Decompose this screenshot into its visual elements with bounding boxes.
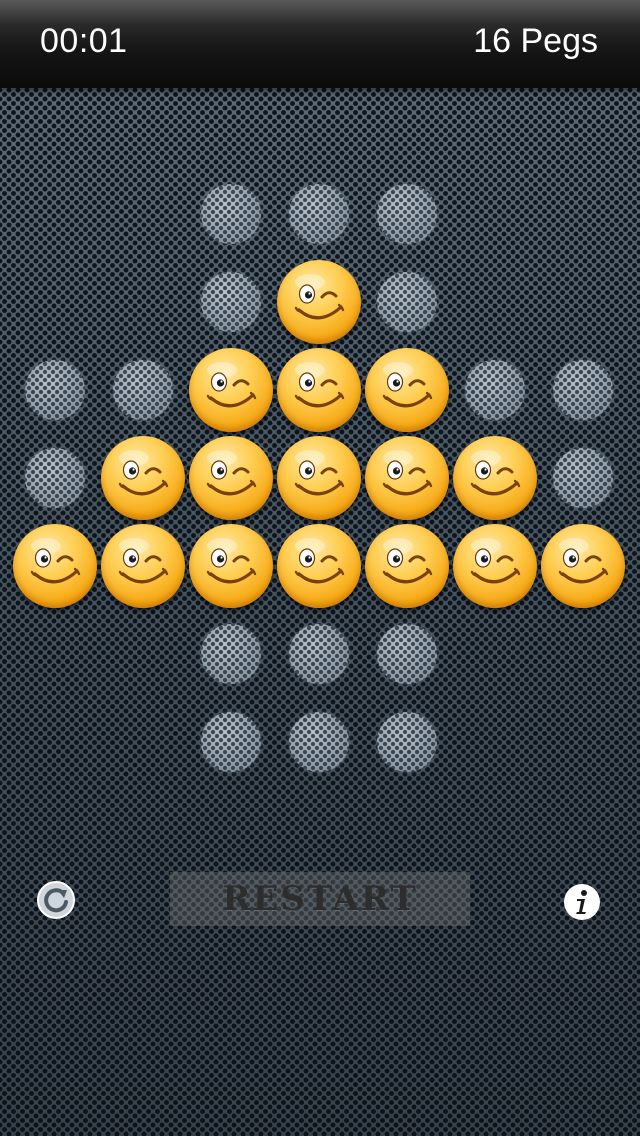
restart-button[interactable]: RESTART — [170, 872, 470, 926]
smiley-face-icon — [470, 538, 521, 584]
smiley-face-icon — [206, 450, 257, 496]
empty-hole[interactable] — [201, 272, 261, 332]
empty-hole[interactable] — [201, 624, 261, 684]
smiley-face-icon — [558, 538, 609, 584]
game-board — [0, 0, 640, 1136]
empty-hole[interactable] — [553, 360, 613, 420]
peg[interactable] — [541, 524, 625, 608]
peg[interactable] — [277, 260, 361, 344]
empty-hole[interactable] — [25, 360, 85, 420]
peg[interactable] — [453, 524, 537, 608]
smiley-face-icon — [382, 538, 433, 584]
smiley-face-icon — [470, 450, 521, 496]
smiley-face-icon — [206, 538, 257, 584]
smiley-face-icon — [206, 362, 257, 408]
empty-hole[interactable] — [201, 184, 261, 244]
info-icon[interactable] — [563, 883, 601, 921]
peg[interactable] — [189, 348, 273, 432]
peg[interactable] — [189, 524, 273, 608]
smiley-face-icon — [118, 450, 169, 496]
peg[interactable] — [101, 436, 185, 520]
smiley-face-icon — [30, 538, 81, 584]
peg[interactable] — [277, 348, 361, 432]
empty-hole[interactable] — [377, 272, 437, 332]
peg[interactable] — [101, 524, 185, 608]
peg[interactable] — [365, 348, 449, 432]
empty-hole[interactable] — [377, 624, 437, 684]
peg[interactable] — [453, 436, 537, 520]
empty-hole[interactable] — [289, 624, 349, 684]
empty-hole[interactable] — [553, 448, 613, 508]
empty-hole[interactable] — [201, 712, 261, 772]
empty-hole[interactable] — [289, 184, 349, 244]
smiley-face-icon — [294, 538, 345, 584]
smiley-face-icon — [118, 538, 169, 584]
smiley-face-icon — [382, 450, 433, 496]
smiley-face-icon — [382, 362, 433, 408]
peg[interactable] — [13, 524, 97, 608]
smiley-face-icon — [294, 450, 345, 496]
peg[interactable] — [277, 524, 361, 608]
empty-hole[interactable] — [289, 712, 349, 772]
refresh-icon[interactable] — [36, 880, 76, 920]
empty-hole[interactable] — [377, 184, 437, 244]
empty-hole[interactable] — [377, 712, 437, 772]
restart-label: RESTART — [222, 879, 418, 919]
peg[interactable] — [277, 436, 361, 520]
peg[interactable] — [365, 524, 449, 608]
peg[interactable] — [189, 436, 273, 520]
empty-hole[interactable] — [25, 448, 85, 508]
peg[interactable] — [365, 436, 449, 520]
smiley-face-icon — [294, 362, 345, 408]
empty-hole[interactable] — [113, 360, 173, 420]
empty-hole[interactable] — [465, 360, 525, 420]
smiley-face-icon — [294, 274, 345, 320]
